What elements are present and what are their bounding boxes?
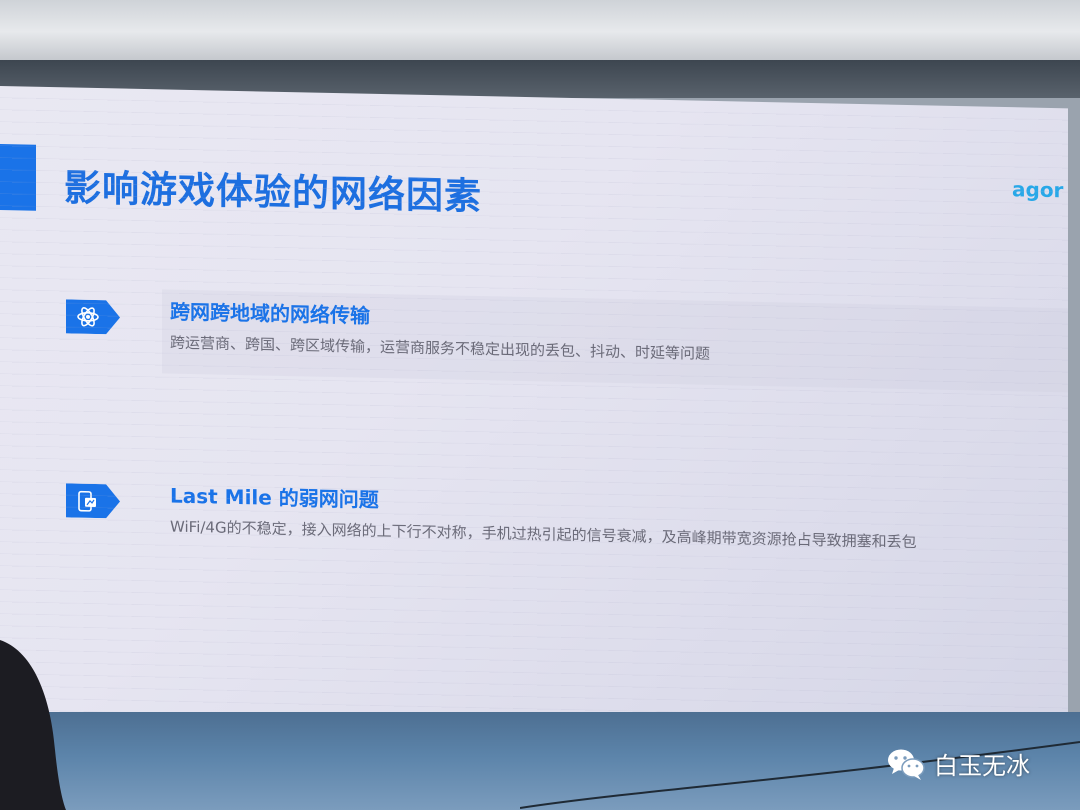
item-heading: 跨网跨地域的网络传输 bbox=[170, 299, 370, 328]
audience-silhouette bbox=[0, 640, 66, 810]
item-description: WiFi/4G的不稳定，接入网络的上下行不对称，手机过热引起的信号衰减，及高峰期… bbox=[170, 517, 917, 552]
watermark-text: 白玉无冰 bbox=[934, 752, 1030, 780]
title-accent-block bbox=[0, 144, 36, 211]
watermark: 白玉无冰 bbox=[886, 746, 1030, 781]
phone-signal-icon bbox=[66, 483, 120, 519]
brand-logo: agor bbox=[1012, 177, 1064, 203]
slide-title: 影响游戏体验的网络因素 bbox=[64, 166, 482, 219]
wechat-icon bbox=[888, 749, 925, 780]
atom-icon bbox=[66, 299, 120, 335]
item-heading: Last Mile 的弱网问题 bbox=[170, 483, 379, 512]
projection-screen: 影响游戏体验的网络因素 agor 跨网跨地域的网络传输 跨运营商、跨国、跨区域传… bbox=[0, 86, 1068, 745]
